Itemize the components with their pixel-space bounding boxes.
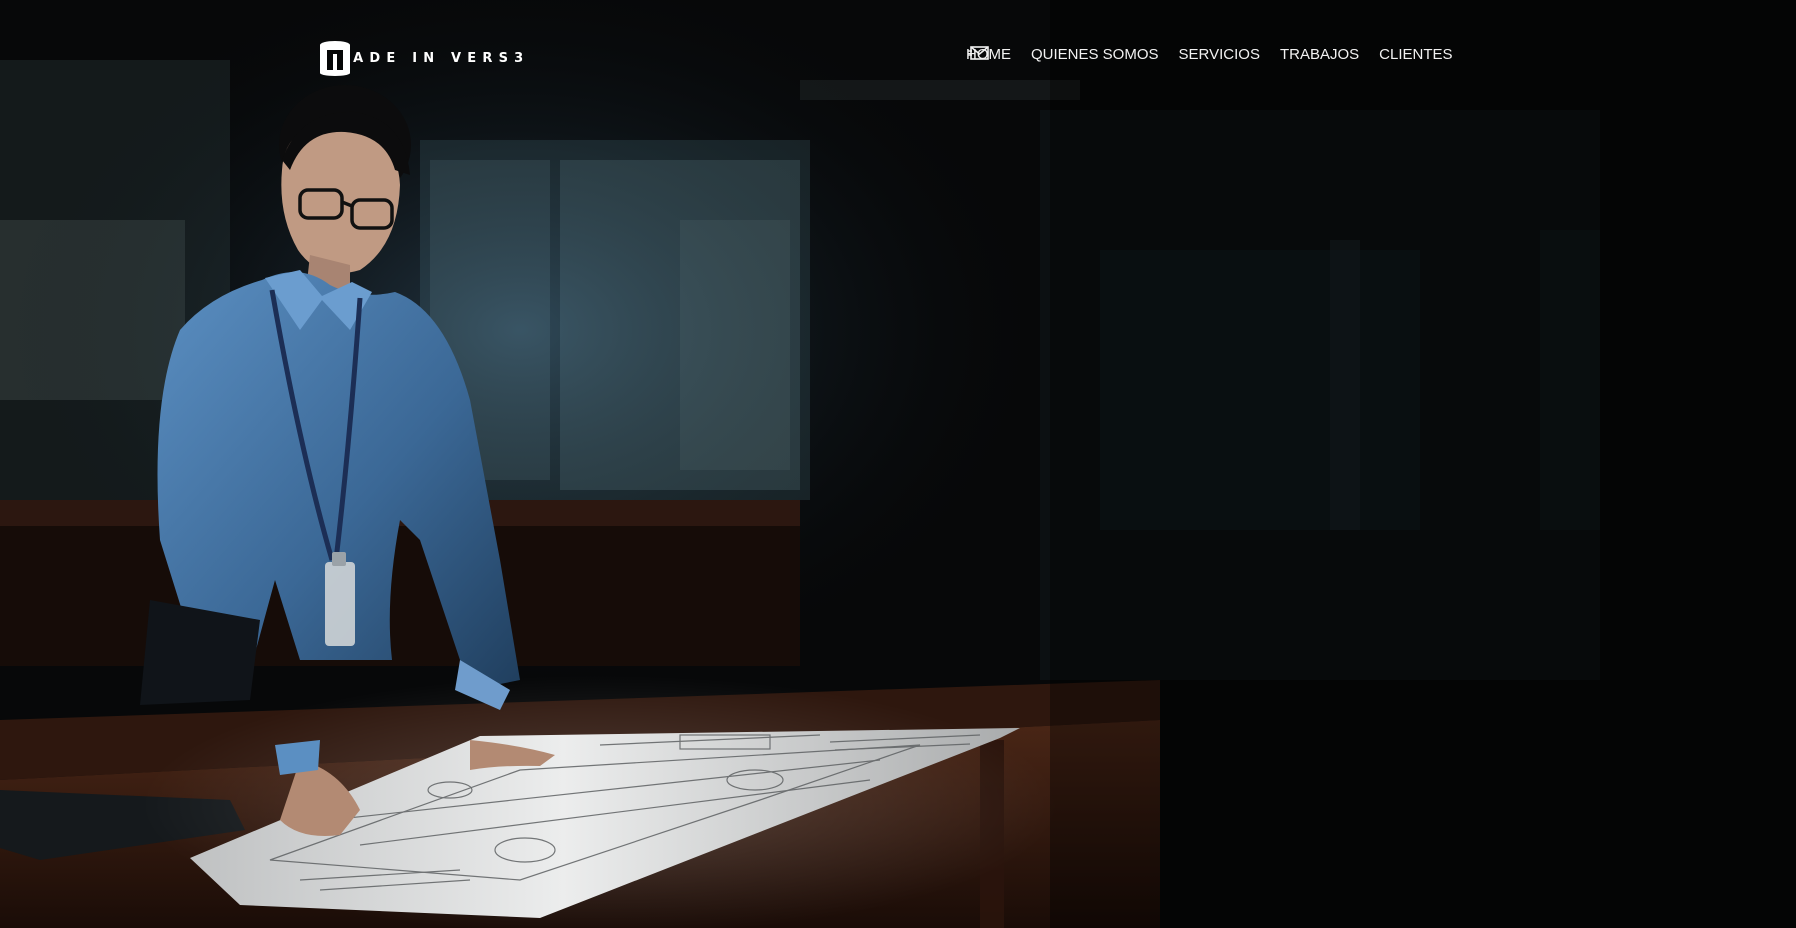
site-header: MADE IN VERS3 HOME QUIENES SOMOS SERVICI… <box>0 0 1796 110</box>
brand-logo-link[interactable]: MADE IN VERS3 <box>318 40 529 76</box>
nav-item-servicios[interactable]: SERVICIOS <box>1179 44 1260 66</box>
main-navigation: HOME QUIENES SOMOS SERVICIOS TRABAJOS CL… <box>966 44 1473 66</box>
envelope-icon[interactable] <box>968 44 990 62</box>
hero-section: MADE IN VERS3 HOME QUIENES SOMOS SERVICI… <box>0 0 1796 928</box>
hero-background-image <box>0 0 1796 928</box>
nav-item-clientes[interactable]: CLIENTES <box>1379 44 1452 66</box>
nav-item-quienes-somos[interactable]: QUIENES SOMOS <box>1031 44 1159 66</box>
nav-item-trabajos[interactable]: TRABAJOS <box>1280 44 1359 66</box>
brand-name: MADE IN VERS3 <box>334 50 530 66</box>
cylinder-logo-icon <box>320 41 350 76</box>
